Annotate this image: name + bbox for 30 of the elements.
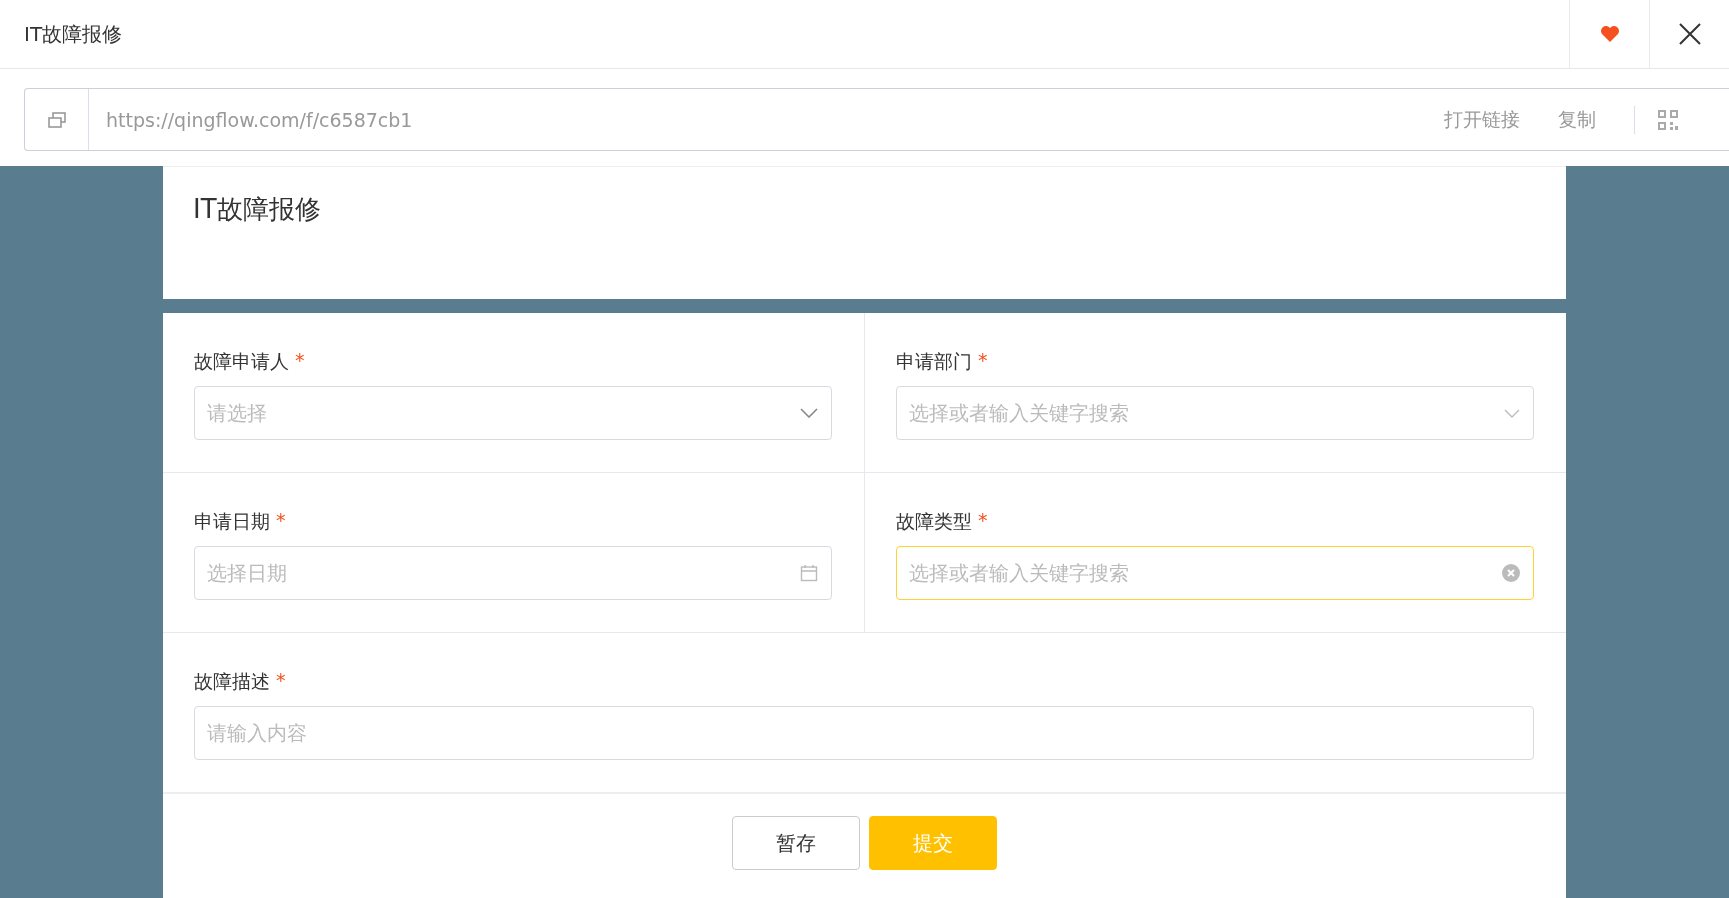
input-field[interactable]: 请输入内容 (194, 706, 1534, 760)
required-mark: * (276, 669, 286, 693)
link-action[interactable]: 打开链接 (1444, 106, 1520, 133)
field-label: 申请部门 (896, 349, 972, 374)
input-field[interactable]: 请选择 (194, 386, 832, 440)
required-mark: * (978, 349, 988, 373)
input-field[interactable]: 选择日期 (194, 546, 832, 600)
link-action[interactable]: 复制 (1558, 106, 1596, 133)
required-mark: * (978, 509, 988, 533)
form-title: IT故障报修 (193, 194, 321, 224)
field-label: 申请日期 (194, 509, 270, 534)
input-field[interactable]: 选择或者输入关键字搜索 (896, 386, 1534, 440)
close-icon[interactable] (1677, 22, 1702, 46)
field-label: 故障描述 (194, 669, 270, 694)
field-label: 故障类型 (896, 509, 972, 534)
save-draft-button[interactable]: 暂存 (732, 816, 860, 870)
required-mark: * (276, 509, 286, 533)
qr-code-icon[interactable] (1657, 108, 1679, 131)
chevron-down-icon (1504, 408, 1520, 418)
url-text: https://qingflow.com/f/c6587cb1 (105, 108, 414, 131)
heart-icon[interactable] (1599, 25, 1620, 43)
required-mark: * (295, 349, 305, 373)
chevron-down-icon (800, 408, 818, 418)
field-label: 故障申请人 (194, 349, 289, 374)
input-field[interactable]: 选择或者输入关键字搜索 (896, 546, 1534, 600)
copy-window-icon (46, 110, 67, 129)
window-title: IT故障报修 (23, 20, 124, 48)
submit-button[interactable]: 提交 (869, 816, 997, 870)
clear-icon[interactable] (1502, 564, 1520, 582)
calendar-icon (800, 564, 818, 582)
